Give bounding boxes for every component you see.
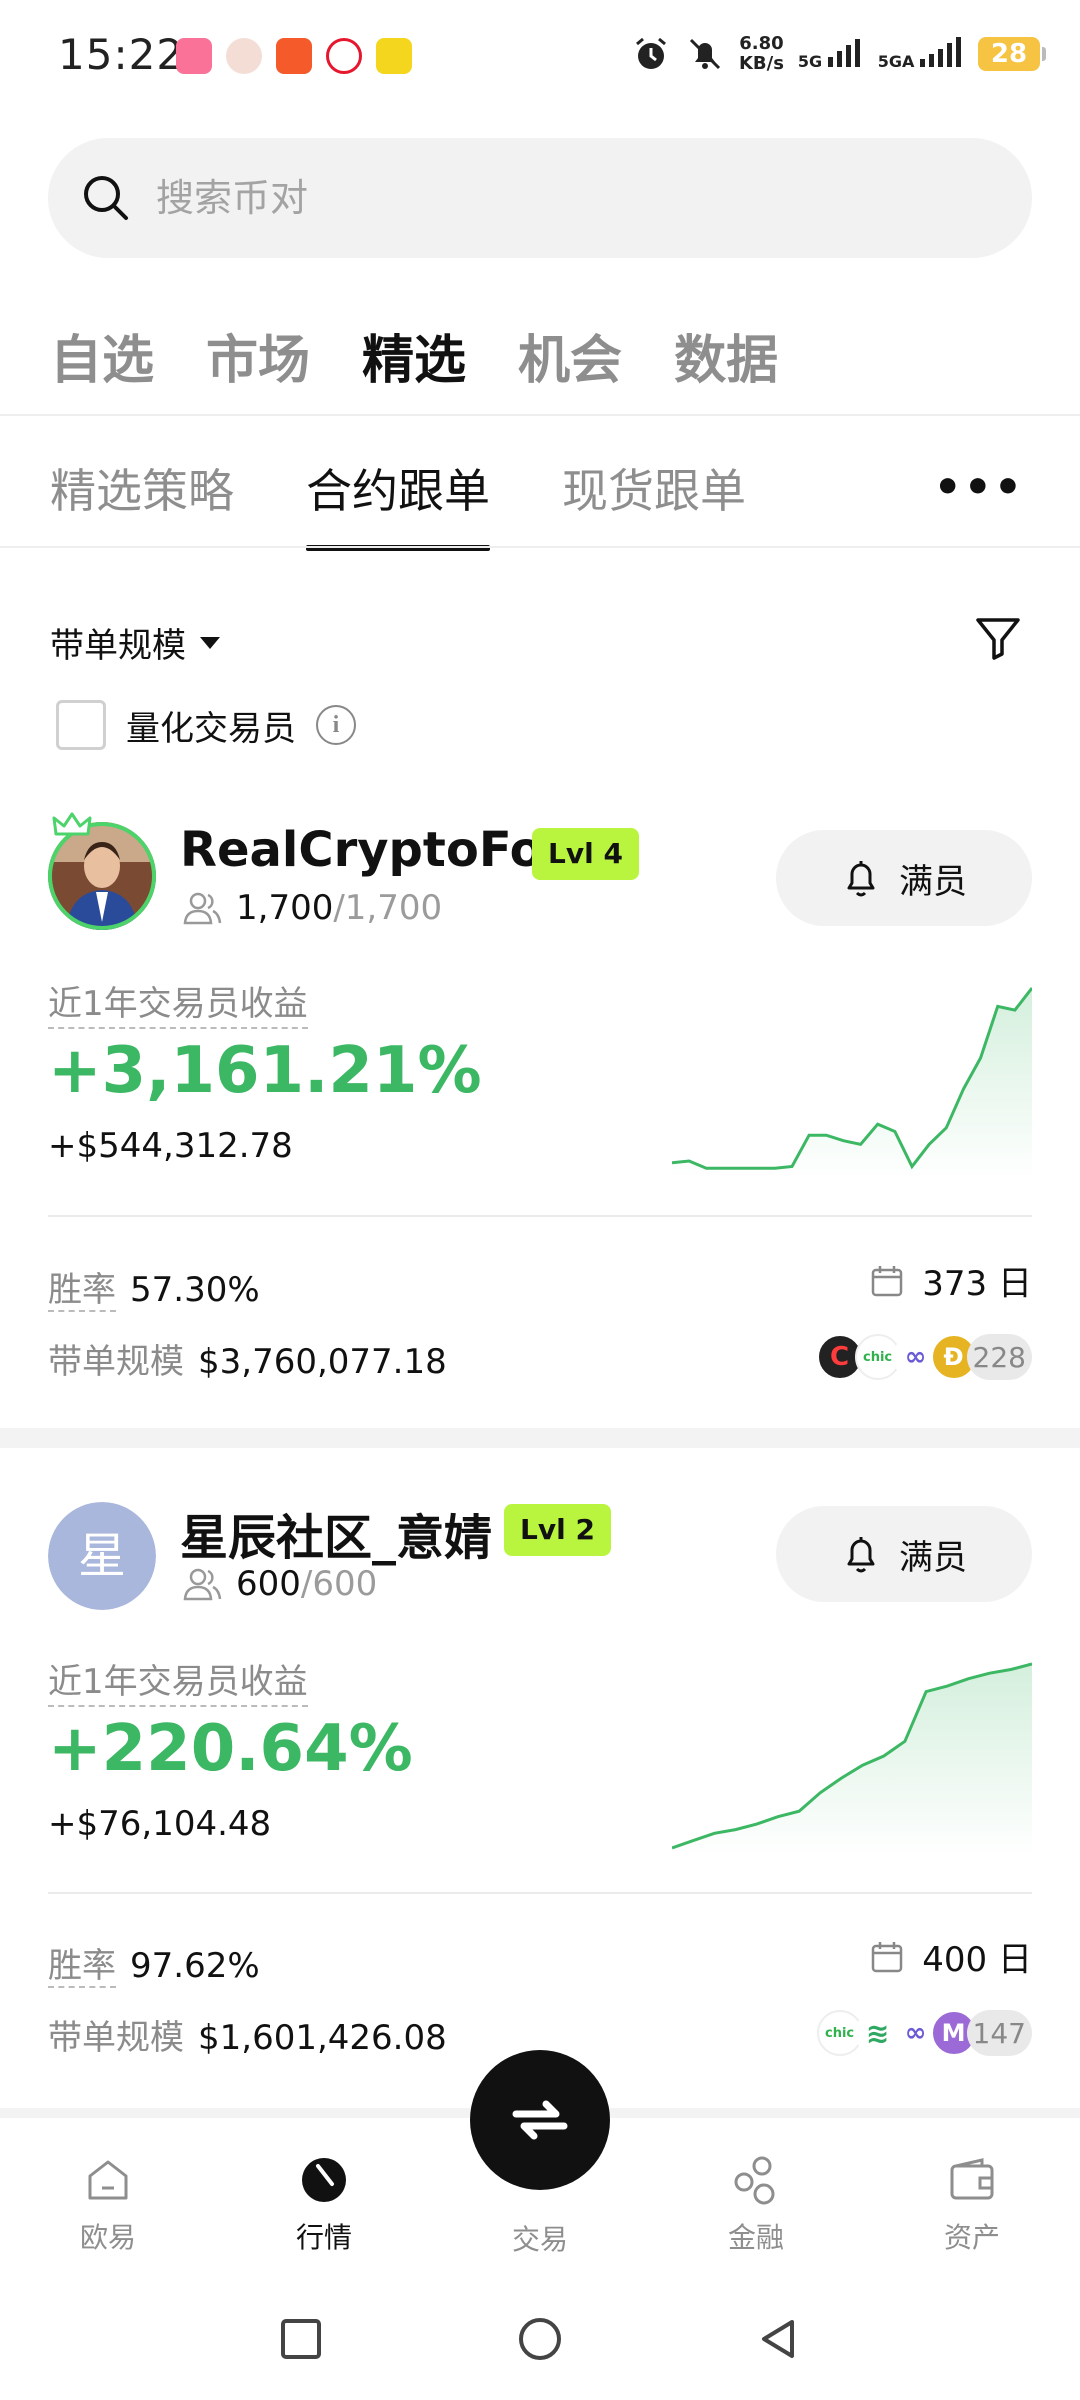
- swap-arrows-icon: [512, 2100, 568, 2140]
- divider: [0, 546, 1080, 548]
- sparkline-area: [672, 988, 1032, 1180]
- search-bar[interactable]: [48, 138, 1032, 258]
- scale-filter-dropdown[interactable]: 带单规模: [50, 618, 220, 667]
- calendar-icon: [872, 1265, 903, 1296]
- roi-label: 近1年交易员收益: [48, 976, 308, 1029]
- signal-5ga: 5GA: [878, 37, 964, 71]
- full-label: 满员: [899, 1537, 967, 1578]
- paper-plane-app-icon: [276, 38, 312, 74]
- roi-label: 近1年交易员收益: [48, 1654, 308, 1707]
- bell-icon: [847, 861, 875, 897]
- subtab-futures-copy[interactable]: 合约跟单: [306, 455, 490, 551]
- home-icon: [88, 2160, 128, 2200]
- trader-name[interactable]: RealCryptoFox: [180, 822, 574, 878]
- avatar-app-icon: [226, 38, 262, 74]
- bilibili-icon: [176, 38, 212, 74]
- trading-days: 373 日: [870, 1256, 1032, 1305]
- sub-tabs: 精选策略 合约跟单 现货跟单: [50, 455, 746, 551]
- battery-icon: 28: [978, 37, 1046, 71]
- divider: [48, 1215, 1032, 1217]
- roi-sparkline: [672, 1662, 1032, 1856]
- pnl-value: +$76,104.48: [48, 1804, 272, 1844]
- level-badge: Lvl 2: [504, 1504, 611, 1556]
- win-rate: 胜率 97.62%: [48, 1946, 260, 1988]
- nav-home[interactable]: 欧易: [38, 2152, 178, 2256]
- coin-list[interactable]: C chic ∞ Ð 228: [816, 1334, 1032, 1380]
- nav-assets[interactable]: 资产: [902, 2152, 1042, 2256]
- system-nav-bar: [0, 2278, 1080, 2400]
- nav-market[interactable]: 行情: [254, 2152, 394, 2256]
- notification-icons: [176, 38, 412, 74]
- mute-bell-icon: [689, 38, 721, 70]
- weibo-icon: [326, 38, 362, 74]
- avatar-ring: [48, 822, 156, 930]
- clock: 15:22: [58, 30, 185, 79]
- trader-card[interactable]: 星 星辰社区_意婧 Lvl 2 600/600 满员 近1年交易员收益 +220…: [0, 1448, 1080, 2108]
- avatar: 星: [48, 1502, 156, 1610]
- subtab-strategies[interactable]: 精选策略: [50, 455, 234, 551]
- tab-market[interactable]: 市场: [206, 318, 310, 393]
- pnl-value: +$544,312.78: [48, 1126, 293, 1166]
- people-icon: [183, 1568, 222, 1601]
- more-icon[interactable]: •••: [934, 462, 1024, 513]
- subtab-spot-copy[interactable]: 现货跟单: [562, 455, 746, 551]
- signal-5g: 5G: [798, 37, 864, 71]
- trade-button[interactable]: [470, 2050, 610, 2190]
- nav-finance[interactable]: 金融: [686, 2152, 826, 2256]
- quant-checkbox[interactable]: [56, 700, 106, 750]
- signal-bars-icon: [827, 39, 860, 67]
- status-bar: 15:22 6.80 KB/s 5G 5GA 28: [0, 0, 1080, 110]
- coin-list[interactable]: chic ≋ ∞ M 147: [816, 2010, 1032, 2056]
- level-badge: Lvl 4: [532, 828, 639, 880]
- coin-count-badge: 228: [966, 1334, 1032, 1380]
- back-icon[interactable]: [754, 2314, 804, 2364]
- trading-days: 400 日: [870, 1932, 1032, 1981]
- scale-filter-label: 带单规模: [50, 626, 186, 666]
- quant-label: 量化交易员: [126, 708, 296, 749]
- bell-icon: [847, 1537, 875, 1573]
- search-icon: [84, 176, 128, 220]
- home-circle-icon[interactable]: [515, 2314, 565, 2364]
- tab-featured[interactable]: 精选: [362, 318, 466, 393]
- crown-icon: [52, 812, 92, 836]
- aum: 带单规模 $1,601,426.08: [48, 2018, 447, 2058]
- net-speed: 6.80 KB/s: [738, 33, 784, 74]
- caret-down-icon: [200, 636, 220, 649]
- sparkline-area: [672, 1664, 1032, 1856]
- trader-name[interactable]: 星辰社区_意婧: [180, 1498, 492, 1568]
- roi-sparkline: [672, 987, 1032, 1180]
- divider: [48, 1892, 1032, 1894]
- market-icon: [302, 2158, 346, 2202]
- quant-trader-filter: 量化交易员 i: [56, 700, 356, 750]
- tab-watchlist[interactable]: 自选: [50, 318, 154, 393]
- follower-count: 600/600: [182, 1564, 377, 1604]
- full-notify-button[interactable]: 满员: [776, 830, 1032, 926]
- finance-icon: [734, 2156, 775, 2205]
- aum: 带单规模 $3,760,077.18: [48, 1342, 447, 1382]
- filter-icon[interactable]: [972, 612, 1024, 664]
- roi-value: +220.64%: [48, 1712, 413, 1786]
- follower-count: 1,700/1,700: [182, 888, 442, 928]
- calendar-icon: [872, 1941, 903, 1972]
- wallet-icon: [950, 2158, 994, 2200]
- trader-card[interactable]: RealCryptoFox Lvl 4 1,700/1,700 满员 近1年交易…: [0, 800, 1080, 1428]
- tab-data[interactable]: 数据: [674, 318, 778, 393]
- top-tabs: 自选 市场 精选 机会 数据: [50, 318, 778, 393]
- card-separator: [0, 1428, 1080, 1448]
- roi-value: +3,161.21%: [48, 1034, 482, 1108]
- nav-trade-label[interactable]: 交易: [470, 2218, 610, 2258]
- recent-apps-icon[interactable]: [276, 2314, 326, 2364]
- toutiao-icon: [376, 38, 412, 74]
- info-icon[interactable]: i: [316, 705, 356, 745]
- win-rate: 胜率 57.30%: [48, 1270, 260, 1312]
- search-input[interactable]: [156, 176, 956, 220]
- alarm-icon: [635, 37, 666, 69]
- people-icon: [183, 892, 222, 925]
- full-notify-button[interactable]: 满员: [776, 1506, 1032, 1602]
- coin-count-badge: 147: [966, 2010, 1032, 2056]
- signal-bars-icon: [920, 37, 961, 67]
- tab-opportunities[interactable]: 机会: [518, 318, 622, 393]
- divider: [0, 414, 1080, 416]
- full-label: 满员: [899, 861, 967, 902]
